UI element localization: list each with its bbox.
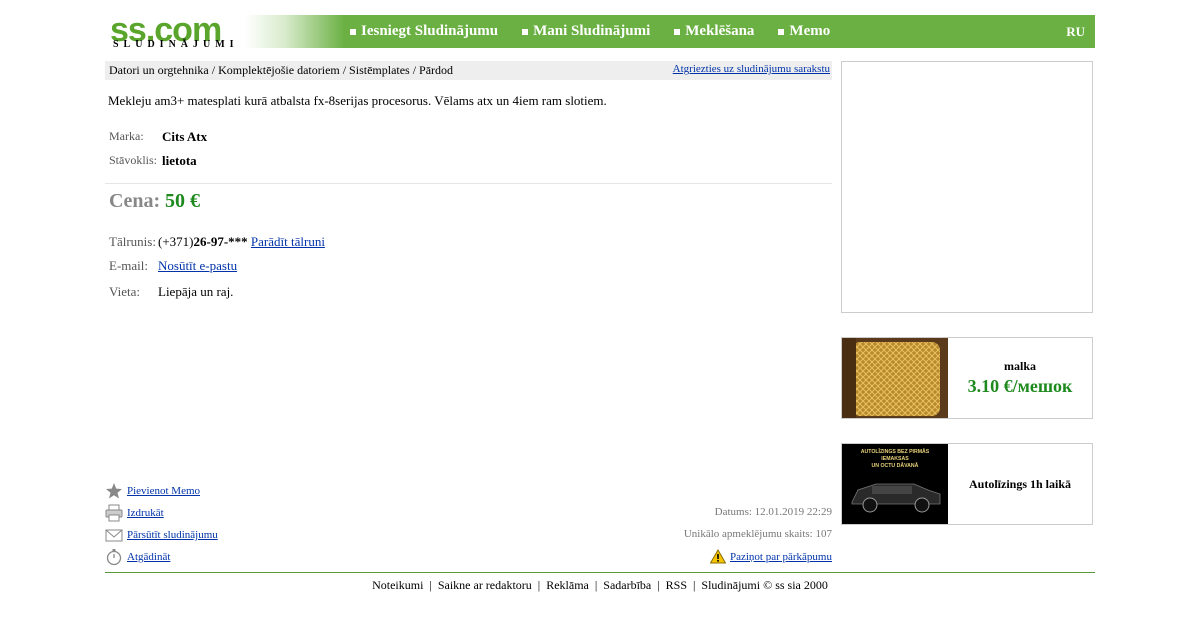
breadcrumb-bar: Datori un orgtehnika / Komplektējošie da… bbox=[105, 61, 832, 80]
location-value: Liepāja un raj. bbox=[158, 284, 234, 299]
print-action[interactable]: Izdrukāt bbox=[105, 504, 164, 522]
brand-value: Cits Atx bbox=[162, 129, 208, 144]
phone-value: (+371)26-97-*** Parādīt tālruni bbox=[158, 234, 325, 250]
warning-icon bbox=[709, 549, 726, 564]
phone-label: Tālrunis: bbox=[109, 234, 156, 249]
price-value: 50 € bbox=[165, 190, 200, 212]
nav-label: Iesniegt Sludinājumu bbox=[361, 23, 499, 39]
divider bbox=[105, 183, 832, 184]
car-image-text-3: UN OCTU DĀVANĀ bbox=[872, 462, 919, 469]
footer: Noteikumi | Saikne ar redaktoru | Reklāma | Sa… bbox=[372, 578, 828, 592]
unique-views: Unikālo apmeklējumu skaits: 107 bbox=[683, 528, 832, 540]
logo-subtitle: SLUDINĀJUMI bbox=[113, 39, 239, 50]
car-image-text-2: IEMAKSAS bbox=[881, 456, 909, 462]
envelope-icon bbox=[105, 529, 123, 542]
promo-title: Autolīzings 1h laikā bbox=[968, 476, 1072, 491]
footer-link-rules[interactable]: Noteikumi bbox=[372, 578, 423, 592]
printer-icon bbox=[105, 504, 123, 522]
promo-car-leasing[interactable]: AUTOLĪZINGS BEZ PIRMĀS IEMAKSAS UN OCTU … bbox=[841, 443, 1093, 525]
footer-link-cooperation[interactable]: Sadarbība bbox=[603, 578, 651, 592]
ad-description: Mekleju am3+ matesplati kurā atbalsta fx… bbox=[108, 93, 607, 108]
email-label: E-mail: bbox=[109, 258, 148, 273]
bullet-icon bbox=[522, 28, 529, 35]
nav-search[interactable]: Meklēšana bbox=[674, 23, 754, 40]
language-switch[interactable]: RU bbox=[1066, 15, 1085, 48]
nav-label: Memo bbox=[789, 23, 831, 39]
condition-value: lietota bbox=[162, 153, 197, 168]
star-icon bbox=[106, 483, 122, 499]
location-label: Vieta: bbox=[109, 284, 140, 299]
car-image-text-1: AUTOLĪZINGS BEZ PIRMĀS bbox=[861, 448, 930, 455]
show-phone-link[interactable]: Parādīt tālruni bbox=[251, 234, 325, 249]
report-action[interactable]: Paziņot par pārkāpumu bbox=[709, 549, 832, 564]
footer-copyright: Sludinājumi © ss sia 2000 bbox=[701, 578, 828, 592]
send-email-link[interactable]: Nosūtīt e-pastu bbox=[158, 258, 237, 274]
firewood-image bbox=[842, 338, 948, 418]
back-to-list-link[interactable]: Atgriezties uz sludinājumu sarakstu bbox=[673, 63, 830, 75]
timer-icon bbox=[106, 549, 122, 566]
bullet-icon bbox=[350, 28, 356, 35]
nav-memo[interactable]: Memo bbox=[778, 23, 830, 40]
footer-divider bbox=[105, 572, 1095, 573]
header-gradient bbox=[245, 15, 345, 48]
top-header: ss.com SLUDINĀJUMI Iesniegt Sludinājumu … bbox=[105, 11, 1095, 50]
nav-label: Mani Sludinājumi bbox=[533, 23, 651, 39]
car-image: AUTOLĪZINGS BEZ PIRMĀS IEMAKSAS UN OCTU … bbox=[842, 444, 948, 524]
ad-date: Datums: 12.01.2019 22:29 bbox=[714, 506, 832, 518]
add-memo-action[interactable]: Pievienot Memo bbox=[105, 482, 200, 500]
brand-label: Marka: bbox=[109, 129, 144, 143]
condition-label: Stāvoklis: bbox=[109, 153, 158, 167]
footer-link-rss[interactable]: RSS bbox=[666, 578, 687, 592]
bullet-icon bbox=[674, 28, 681, 35]
promo-text: malka 3.10 €/мешок bbox=[948, 338, 1092, 418]
promo-title: malka bbox=[1003, 359, 1036, 373]
phone-masked: 26-97-*** bbox=[193, 234, 248, 249]
promo-price: 3.10 €/мешок bbox=[967, 376, 1073, 396]
nav-my-ads[interactable]: Mani Sludinājumi bbox=[522, 23, 650, 40]
ad-banner-placeholder[interactable] bbox=[841, 61, 1093, 313]
footer-link-contact[interactable]: Saikne ar redaktoru bbox=[438, 578, 532, 592]
remind-link[interactable]: Atgādināt bbox=[127, 551, 170, 563]
promo-text: Autolīzings 1h laikā bbox=[948, 444, 1092, 524]
price-label: Cena: bbox=[109, 190, 161, 212]
breadcrumb[interactable]: Datori un orgtehnika / Komplektējošie da… bbox=[109, 63, 453, 78]
report-link[interactable]: Paziņot par pārkāpumu bbox=[730, 551, 832, 563]
remind-action[interactable]: Atgādināt bbox=[105, 548, 170, 566]
bullet-icon bbox=[778, 28, 785, 35]
footer-link-advertising[interactable]: Reklāma bbox=[546, 578, 589, 592]
promo-firewood[interactable]: malka 3.10 €/мешок bbox=[841, 337, 1093, 419]
print-link[interactable]: Izdrukāt bbox=[127, 507, 164, 519]
main-nav: Iesniegt Sludinājumu Mani Sludinājumi Me… bbox=[350, 15, 854, 48]
forward-link[interactable]: Pārsūtīt sludinājumu bbox=[127, 529, 218, 541]
add-memo-link[interactable]: Pievienot Memo bbox=[127, 485, 200, 497]
nav-submit-ad[interactable]: Iesniegt Sludinājumu bbox=[350, 23, 498, 40]
forward-action[interactable]: Pārsūtīt sludinājumu bbox=[105, 526, 218, 544]
nav-label: Meklēšana bbox=[685, 23, 755, 39]
phone-prefix: (+371) bbox=[158, 234, 194, 249]
logo[interactable]: ss.com SLUDINĀJUMI bbox=[105, 11, 245, 50]
